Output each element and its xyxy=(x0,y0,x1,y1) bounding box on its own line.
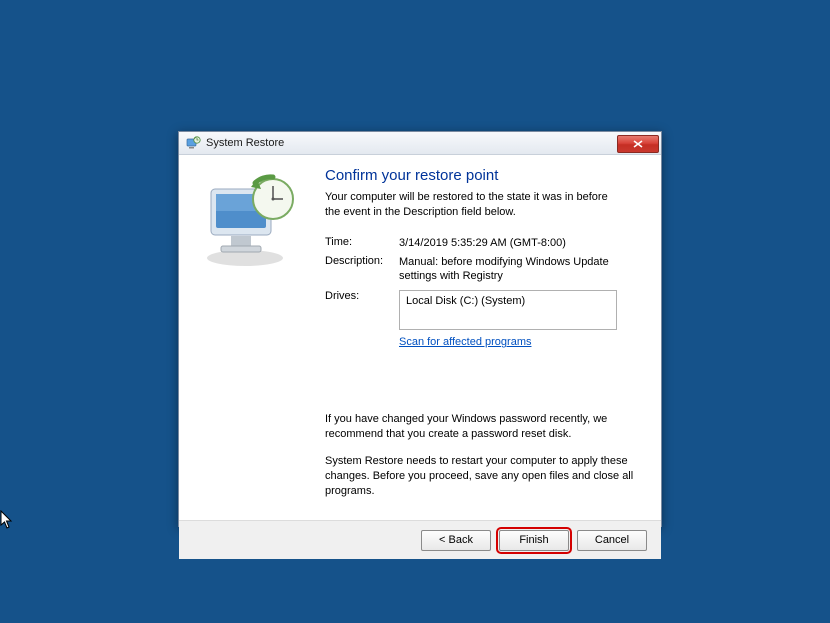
main-content: Confirm your restore point Your computer… xyxy=(325,155,661,520)
password-note: If you have changed your Windows passwor… xyxy=(325,412,635,442)
button-footer: < Back Finish Cancel xyxy=(179,520,661,559)
time-value: 3/14/2019 5:35:29 AM (GMT-8:00) xyxy=(399,236,629,251)
page-heading: Confirm your restore point xyxy=(325,167,641,184)
page-subtext: Your computer will be restored to the st… xyxy=(325,190,625,220)
drives-item: Local Disk (C:) (System) xyxy=(406,295,525,307)
finish-button[interactable]: Finish xyxy=(499,530,569,551)
system-restore-icon xyxy=(185,135,201,151)
time-row: Time: 3/14/2019 5:35:29 AM (GMT-8:00) xyxy=(325,236,641,251)
description-label: Description: xyxy=(325,255,399,285)
titlebar: System Restore xyxy=(179,132,661,155)
drives-row: Drives: Local Disk (C:) (System) Scan fo… xyxy=(325,290,641,348)
scan-affected-link[interactable]: Scan for affected programs xyxy=(399,336,531,348)
close-icon xyxy=(633,140,643,148)
restore-illustration-icon xyxy=(197,173,307,276)
description-row: Description: Manual: before modifying Wi… xyxy=(325,255,641,285)
cancel-button[interactable]: Cancel xyxy=(577,530,647,551)
description-value: Manual: before modifying Windows Update … xyxy=(399,255,629,285)
back-button[interactable]: < Back xyxy=(421,530,491,551)
window-title: System Restore xyxy=(206,137,617,149)
drives-label: Drives: xyxy=(325,290,399,348)
mouse-cursor xyxy=(0,510,14,533)
illustration-pane xyxy=(179,155,325,520)
restart-note: System Restore needs to restart your com… xyxy=(325,454,635,499)
drives-listbox[interactable]: Local Disk (C:) (System) xyxy=(399,290,617,330)
content-area: Confirm your restore point Your computer… xyxy=(179,155,661,520)
system-restore-window: System Restore xyxy=(178,131,662,527)
close-button[interactable] xyxy=(617,135,659,153)
time-label: Time: xyxy=(325,236,399,251)
